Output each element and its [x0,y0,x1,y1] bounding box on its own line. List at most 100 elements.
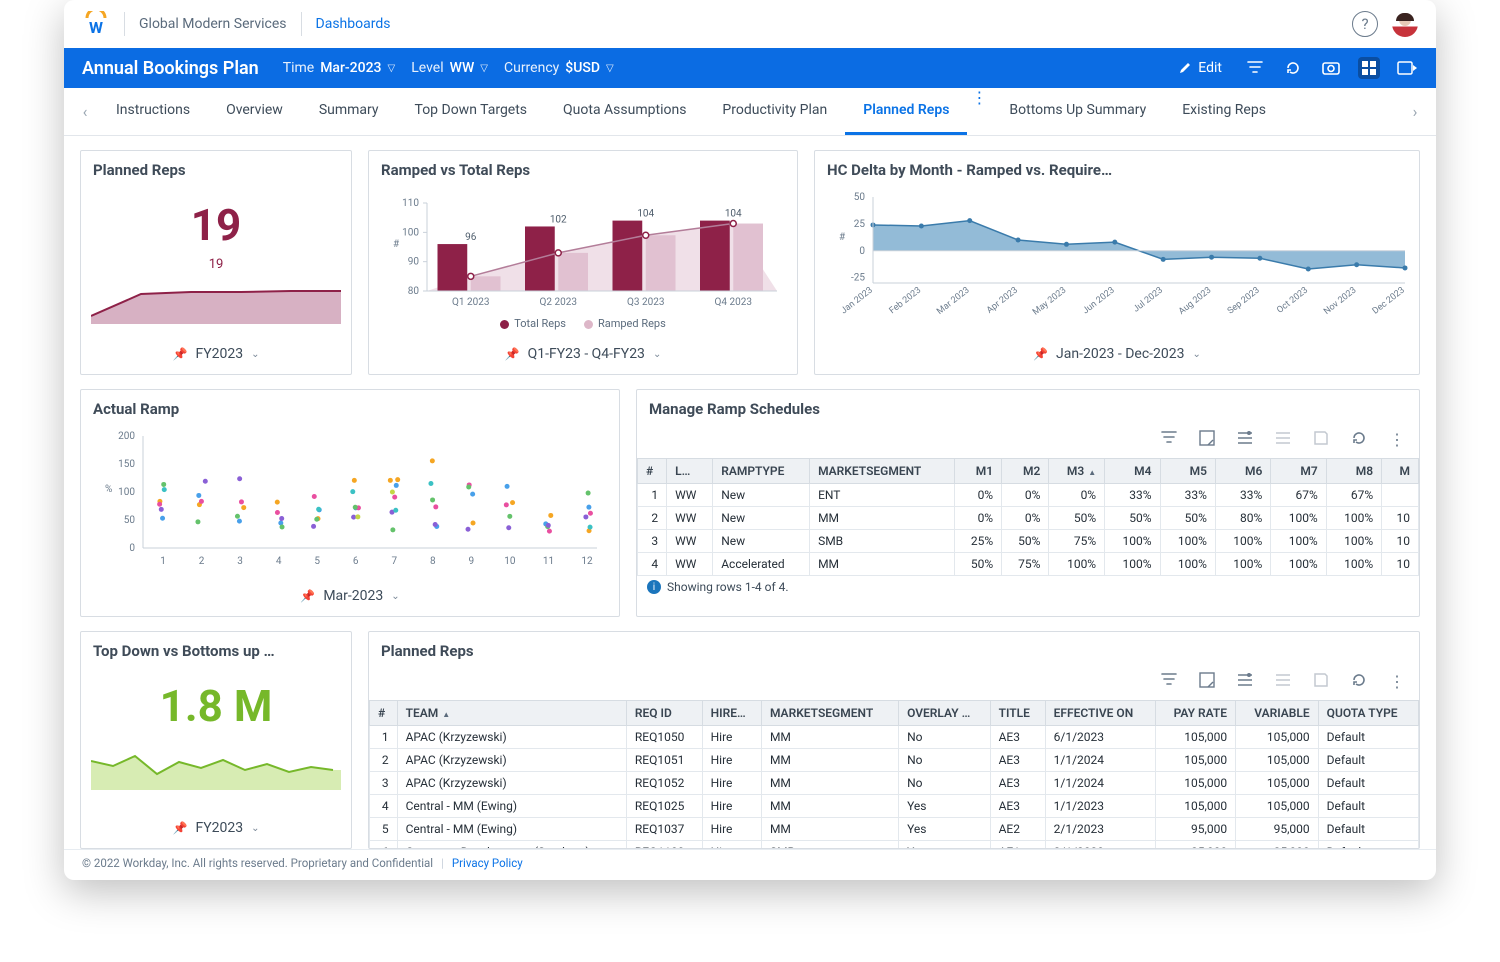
workday-logo-icon[interactable]: W [82,10,110,38]
col-header[interactable]: # [370,701,398,726]
table-row[interactable]: 5Central - MM (Ewing)REQ1037HireMMYesAE2… [370,818,1419,841]
more-icon[interactable]: ⋮ [1389,672,1405,692]
svg-text:W: W [89,18,103,37]
table-row[interactable]: 1APAC (Krzyzewski)REQ1050HireMMNoAE36/1/… [370,726,1419,749]
svg-text:12: 12 [581,556,593,567]
planned-reps-table[interactable]: #TEAM▲REQ IDHIRE…MARKETSEGMENTOVERLAY …T… [369,700,1419,848]
tab-top-down-targets[interactable]: Top Down Targets [397,88,546,135]
more-icon[interactable]: ⋮ [1389,430,1405,450]
svg-text:96: 96 [465,232,477,243]
col-header[interactable]: TITLE [990,701,1045,726]
settings-icon[interactable] [1237,672,1253,692]
col-header[interactable]: M3▲ [1049,459,1105,484]
card-hc-delta: HC Delta by Month - Ramped vs. Require… … [814,150,1420,375]
col-header[interactable]: M7 [1271,459,1326,484]
privacy-link[interactable]: Privacy Policy [452,856,523,870]
chevron-down-icon: ▽ [606,63,614,74]
save-icon[interactable] [1313,430,1329,450]
col-header[interactable]: REQ ID [626,701,702,726]
tab-existing-reps[interactable]: Existing Reps [1164,88,1284,135]
help-icon[interactable]: ? [1352,11,1378,37]
chevron-down-icon: ⌄ [251,349,259,360]
svg-text:Sep 2023: Sep 2023 [1226,285,1262,316]
table-row[interactable]: 3APAC (Krzyzewski)REQ1052HireMMNoAE31/1/… [370,772,1419,795]
pin-icon[interactable]: 📌 [173,821,188,835]
pin-icon[interactable]: 📌 [505,347,520,361]
col-header[interactable]: L… [667,459,713,484]
tab-planned-reps[interactable]: Planned Reps [845,88,967,135]
edit-button[interactable]: Edit [1172,56,1228,80]
grid-view-icon[interactable] [1358,57,1380,79]
col-header[interactable]: M5 [1160,459,1215,484]
col-header[interactable]: QUOTA TYPE [1318,701,1418,726]
col-header[interactable]: EFFECTIVE ON [1045,701,1155,726]
tabs: ‹ InstructionsOverviewSummaryTop Down Ta… [64,88,1436,136]
table-row[interactable]: 2WWNewMM0%0%50%50%50%80%100%100%10 [638,507,1419,530]
ramp-schedule-table[interactable]: #L…RAMPTYPEMARKETSEGMENTM1M2M3▲M4M5M6M7M… [637,458,1419,576]
col-header[interactable]: # [638,459,667,484]
tab-productivity-plan[interactable]: Productivity Plan [704,88,845,135]
level-selector[interactable]: Level WW ▽ [411,60,488,76]
footer-range[interactable]: FY2023 [195,820,243,836]
col-header[interactable]: M1 [954,459,1001,484]
footer-range[interactable]: Mar-2023 [323,588,383,604]
col-header[interactable]: M4 [1105,459,1160,484]
export-icon[interactable] [1275,672,1291,692]
tab-quota-assumptions[interactable]: Quota Assumptions [545,88,704,135]
tab-menu-icon[interactable]: ⋮ [967,88,991,135]
table-row[interactable]: 3WWNewSMB25%50%75%100%100%100%100%100%10 [638,530,1419,553]
footer-range[interactable]: Q1-FY23 - Q4-FY23 [528,346,645,362]
export-icon[interactable] [1275,430,1291,450]
col-header[interactable]: RAMPTYPE [713,459,810,484]
screenshot-icon[interactable] [1320,57,1342,79]
present-icon[interactable] [1396,57,1418,79]
col-header[interactable]: M8 [1326,459,1381,484]
col-header[interactable]: M [1382,459,1419,484]
tab-bottoms-up-summary[interactable]: Bottoms Up Summary [991,88,1164,135]
table-row[interactable]: 4WWAcceleratedMM50%75%100%100%100%100%10… [638,553,1419,576]
col-header[interactable]: OVERLAY … [899,701,991,726]
svg-text:Q3 2023: Q3 2023 [627,297,664,308]
col-header[interactable]: MARKETSEGMENT [810,459,955,484]
table-row[interactable]: 1WWNewENT0%0%0%33%33%33%67%67% [638,484,1419,507]
card-ramped-vs-total: Ramped vs Total Reps 8090100110#96Q1 202… [368,150,798,375]
tab-overview[interactable]: Overview [208,88,301,135]
currency-selector[interactable]: Currency $USD ▽ [504,60,614,76]
layout-icon[interactable] [1199,430,1215,450]
tab-scroll-left[interactable]: ‹ [72,102,98,121]
table-row[interactable]: 2APAC (Krzyzewski)REQ1051HireMMNoAE31/1/… [370,749,1419,772]
filter-icon[interactable] [1161,672,1177,692]
kpi-sublabel: 19 [91,257,341,272]
table-row[interactable]: 6Customer Development (Stockton)REQ1103H… [370,841,1419,849]
refresh-icon[interactable] [1282,57,1304,79]
time-selector[interactable]: Time Mar-2023 ▽ [283,60,396,76]
tab-scroll-right[interactable]: › [1402,102,1428,121]
breadcrumb-dashboards[interactable]: Dashboards [316,16,391,32]
col-header[interactable]: VARIABLE [1236,701,1319,726]
pin-icon[interactable]: 📌 [173,347,188,361]
col-header[interactable]: MARKETSEGMENT [761,701,898,726]
table-row[interactable]: 4Central - MM (Ewing)REQ1025HireMMYesAE3… [370,795,1419,818]
footer-range[interactable]: FY2023 [195,346,243,362]
tab-summary[interactable]: Summary [301,88,397,135]
refresh-icon[interactable] [1351,430,1367,450]
col-header[interactable]: HIRE… [702,701,761,726]
settings-icon[interactable] [1237,430,1253,450]
pin-icon[interactable]: 📌 [1033,347,1048,361]
col-header[interactable]: TEAM▲ [397,701,626,726]
refresh-icon[interactable] [1351,672,1367,692]
filter-icon[interactable] [1244,57,1266,79]
actual-ramp-chart: 050100150200%123456789101112 [91,428,607,568]
layout-icon[interactable] [1199,672,1215,692]
pin-icon[interactable]: 📌 [300,589,315,603]
svg-text:11: 11 [543,556,554,567]
svg-text:80: 80 [408,286,420,297]
col-header[interactable]: M6 [1215,459,1270,484]
filter-icon[interactable] [1161,430,1177,450]
footer-range[interactable]: Jan-2023 - Dec-2023 [1056,346,1185,362]
tab-instructions[interactable]: Instructions [98,88,208,135]
avatar[interactable] [1392,11,1418,37]
col-header[interactable]: M2 [1002,459,1049,484]
col-header[interactable]: PAY RATE [1155,701,1235,726]
save-icon[interactable] [1313,672,1329,692]
